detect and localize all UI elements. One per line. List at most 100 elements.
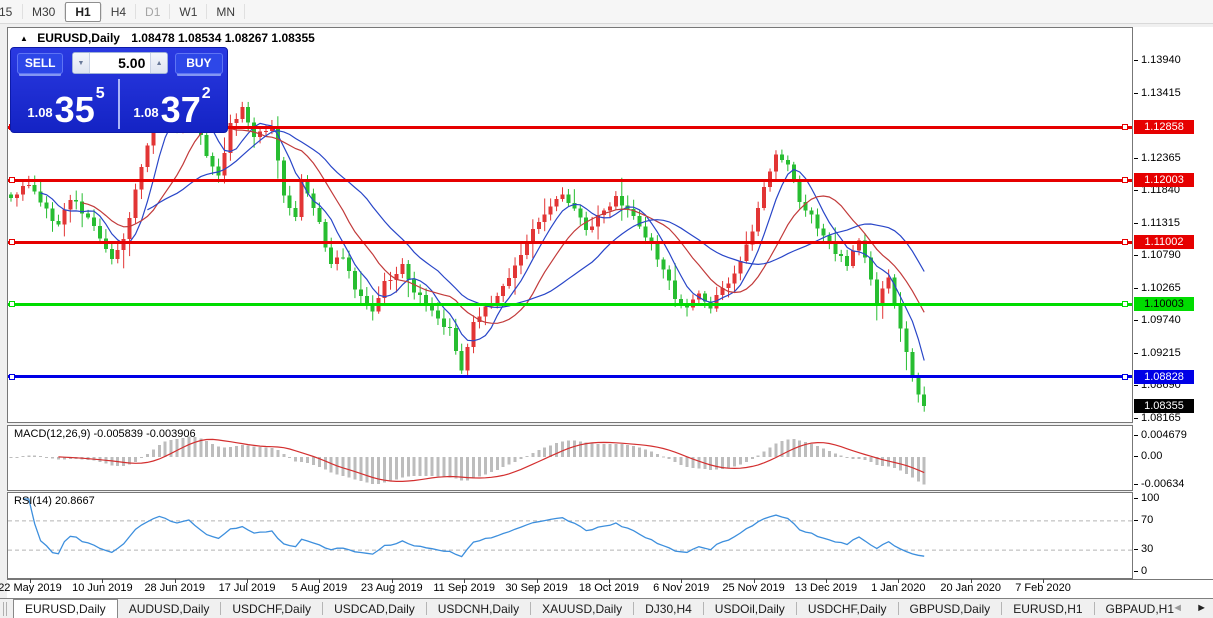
- chart-tab-eurusd-h1[interactable]: EURUSD,H1: [1002, 599, 1093, 618]
- macd-axis-label: -0.00634: [1141, 478, 1185, 491]
- timeframe-button-d1[interactable]: D1: [136, 2, 169, 22]
- buy-price-big: 37: [160, 89, 201, 130]
- rsi-axis-label: 30: [1141, 543, 1154, 556]
- date-axis-tick: [102, 579, 104, 583]
- rsi-indicator-chart[interactable]: [8, 493, 1132, 578]
- chart-tab-gbpusd-daily[interactable]: GBPUSD,Daily: [899, 599, 1002, 618]
- level-line-1.10003[interactable]: [8, 302, 1132, 306]
- level-line-handle[interactable]: [1122, 373, 1128, 380]
- volume-input[interactable]: 5.00: [89, 53, 151, 73]
- one-click-trading-panel: SELL ▼ 5.00 ▲ BUY 1.08 35 5 1.08 37 2: [10, 47, 228, 133]
- price-axis-tick: [1134, 190, 1138, 192]
- price-axis-label: 1.10790: [1141, 249, 1181, 262]
- rsi-axis-label: 70: [1141, 513, 1154, 526]
- price-axis-label: 1.12365: [1141, 151, 1181, 164]
- price-axis-tick: [1134, 320, 1138, 322]
- timeframe-button-m15[interactable]: M15: [0, 2, 22, 22]
- chart-tab-usdcad-daily[interactable]: USDCAD,Daily: [323, 599, 426, 618]
- volume-increase-icon[interactable]: ▲: [150, 53, 167, 73]
- volume-decrease-icon[interactable]: ▼: [73, 53, 90, 73]
- sell-price-sup: 5: [95, 85, 105, 102]
- rsi-axis-tick: [1134, 549, 1138, 551]
- moving-average-6: [40, 106, 925, 361]
- tab-scroll-left-icon[interactable]: ◄: [1172, 602, 1183, 614]
- level-line-handle[interactable]: [9, 373, 15, 380]
- price-axis-tick: [1134, 385, 1138, 387]
- toolbar-divider: [244, 4, 246, 19]
- tab-scroll-arrows: ◄ ►: [1162, 602, 1207, 614]
- rsi-pane: [7, 492, 1133, 579]
- timeframe-button-w1[interactable]: W1: [170, 2, 206, 22]
- date-axis-tick: [753, 579, 755, 583]
- buy-price-sup: 2: [201, 85, 211, 102]
- price-axis-label: 1.08165: [1141, 411, 1181, 424]
- volume-spinner: ▼ 5.00 ▲: [72, 52, 168, 74]
- date-axis-tick: [1043, 579, 1045, 583]
- chart-tab-xauusd-daily[interactable]: XAUUSD,Daily: [531, 599, 633, 618]
- level-line-1.11002[interactable]: [8, 240, 1132, 244]
- price-axis-tick: [1134, 59, 1138, 61]
- date-axis-tick: [970, 579, 972, 583]
- macd-values: -0.005839 -0.003906: [93, 428, 196, 440]
- price-axis-tick: [1134, 352, 1138, 354]
- price-axis-tick: [1134, 255, 1138, 257]
- chart-tab-usdoil-daily[interactable]: USDOil,Daily: [704, 599, 796, 618]
- date-axis-tick: [536, 579, 538, 583]
- price-tag: 1.10003: [1134, 297, 1194, 312]
- buy-quote-button[interactable]: 1.08 37 2: [121, 77, 223, 131]
- date-axis-tick: [608, 579, 610, 583]
- level-line-handle[interactable]: [1122, 124, 1128, 131]
- level-line-handle[interactable]: [1122, 177, 1128, 184]
- date-axis-label: 6 Nov 2019: [653, 582, 710, 594]
- date-axis-tick: [247, 579, 249, 583]
- timeframe-button-mn[interactable]: MN: [207, 2, 244, 22]
- collapse-icon[interactable]: ▲: [20, 34, 28, 43]
- level-line-1.08828[interactable]: [8, 375, 1132, 379]
- chart-tab-eurusd-daily[interactable]: EURUSD,Daily: [13, 599, 118, 618]
- rsi-label: RSI(14) 20.8667: [14, 495, 95, 507]
- timeframe-button-h1[interactable]: H1: [65, 1, 101, 22]
- date-axis-label: 30 Sep 2019: [505, 582, 568, 594]
- macd-axis-tick: [1134, 484, 1138, 486]
- chart-title: ▲ EURUSD,Daily 1.08478 1.08534 1.08267 1…: [20, 31, 315, 45]
- macd-axis-tick: [1134, 435, 1138, 437]
- date-axis-label: 7 Feb 2020: [1015, 582, 1071, 594]
- date-axis-label: 11 Sep 2019: [433, 582, 495, 594]
- date-axis-tick: [681, 579, 683, 583]
- chart-tab-dj30-h4[interactable]: DJ30,H4: [634, 599, 703, 618]
- moving-average-24: [147, 130, 925, 309]
- date-axis-label: 10 Jun 2019: [72, 582, 133, 594]
- price-axis-tick: [1134, 222, 1138, 224]
- sell-button[interactable]: SELL: [17, 52, 64, 74]
- chart-tab-audusd-daily[interactable]: AUDUSD,Daily: [118, 599, 221, 618]
- level-line-handle[interactable]: [9, 239, 15, 246]
- timeframe-toolbar: M15M30H1H4D1W1MN: [0, 0, 1213, 24]
- timeframe-button-h4[interactable]: H4: [102, 2, 135, 22]
- tab-scroll-right-icon[interactable]: ►: [1196, 602, 1207, 614]
- chart-tab-bar: EURUSD,Daily AUDUSD,Daily USDCHF,Daily USDC…: [0, 598, 1213, 618]
- price-axis-label: 1.11315: [1141, 216, 1180, 229]
- macd-label: MACD(12,26,9) -0.005839 -0.003906: [14, 428, 196, 440]
- tabbar-gripper[interactable]: [3, 601, 7, 616]
- timeframe-button-m30[interactable]: M30: [23, 2, 64, 22]
- price-tag: 1.12003: [1134, 173, 1194, 188]
- level-line-1.12003[interactable]: [8, 178, 1132, 182]
- chart-tab-usdcnh-daily[interactable]: USDCNH,Daily: [427, 599, 530, 618]
- price-axis-label: 1.09215: [1141, 346, 1181, 359]
- date-axis-label: 18 Oct 2019: [578, 582, 639, 594]
- buy-button[interactable]: BUY: [174, 52, 223, 74]
- price-axis-tick: [1134, 157, 1138, 159]
- date-axis-label: 20 Jan 2020: [940, 582, 1001, 594]
- sell-quote-button[interactable]: 1.08 35 5: [15, 77, 117, 131]
- date-axis-label: 1 Jan 2020: [871, 582, 926, 594]
- level-line-handle[interactable]: [9, 301, 15, 308]
- level-line-handle[interactable]: [1122, 239, 1128, 246]
- level-line-handle[interactable]: [1122, 301, 1128, 308]
- price-tag: 1.12858: [1134, 120, 1194, 135]
- macd-axis-label: 0.004679: [1141, 429, 1187, 442]
- chart-tab-usdchf-daily[interactable]: USDCHF,Daily: [797, 599, 898, 618]
- level-line-handle[interactable]: [9, 177, 15, 184]
- buy-price-base: 1.08: [133, 105, 159, 120]
- chart-tab-usdchf-daily[interactable]: USDCHF,Daily: [221, 599, 322, 618]
- date-axis-label: 5 Aug 2019: [291, 582, 348, 594]
